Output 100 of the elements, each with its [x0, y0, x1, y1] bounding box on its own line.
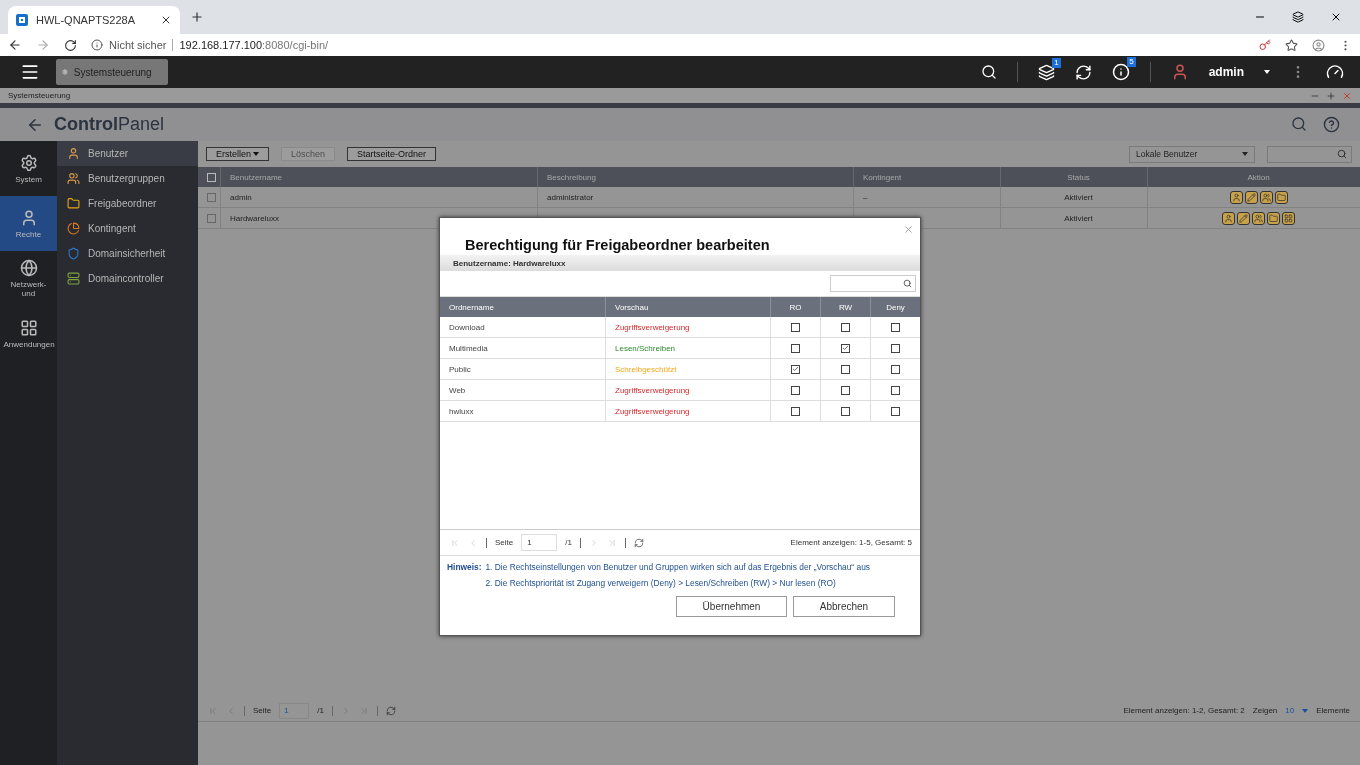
page-count: /1	[317, 706, 324, 715]
checkbox[interactable]	[791, 322, 800, 332]
help-icon[interactable]	[1323, 116, 1340, 133]
info-icon[interactable]	[1111, 63, 1130, 81]
back-icon[interactable]	[8, 38, 22, 52]
column-header: Deny	[870, 297, 920, 317]
folder-icon[interactable]	[1267, 211, 1280, 225]
folder-icon	[67, 197, 80, 210]
app-tab[interactable]: Systemsteuerung	[56, 59, 168, 85]
new-tab-icon[interactable]	[190, 10, 204, 24]
table-cell: Aktiviert	[1000, 208, 1147, 228]
column-header: RO	[770, 297, 820, 317]
close-icon[interactable]	[1330, 11, 1342, 23]
checkbox[interactable]	[891, 343, 900, 353]
person-icon[interactable]	[1229, 190, 1243, 204]
menu-item[interactable]: Kontingent	[57, 216, 198, 241]
info-icon	[91, 39, 103, 51]
menu-item[interactable]: Domaincontroller	[57, 266, 198, 291]
people-icon[interactable]	[1252, 211, 1265, 225]
table-cell-text: Public	[448, 363, 472, 376]
badge: 1	[1052, 57, 1061, 68]
checkbox[interactable]	[841, 322, 850, 332]
table-cell: admin	[220, 187, 537, 207]
filter-select[interactable]: Lokale Benutzer	[1129, 145, 1255, 163]
table-cell: administrator	[537, 187, 853, 207]
rail-item[interactable]: Netzwerk- und	[0, 251, 57, 306]
dialog-button[interactable]: Übernehmen	[676, 596, 787, 617]
page-field[interactable]: 1	[521, 534, 558, 551]
checkbox[interactable]	[841, 406, 850, 416]
globe-icon	[19, 259, 38, 277]
column-header: Kontingent	[853, 167, 1000, 187]
search-field[interactable]	[1267, 145, 1352, 163]
checkbox[interactable]	[891, 322, 900, 332]
toolbar-button[interactable]: Startseite-Ordner	[347, 147, 437, 161]
checkbox[interactable]	[841, 364, 850, 374]
table-cell: Zugriffsverweigerung	[605, 380, 770, 400]
checkbox[interactable]	[891, 385, 900, 395]
hint-text: 1. Die Rechtseinstellungen von Benutzer und Gruppen wirken sich auf das Ergebnis der „Vorschau“ aus	[485, 562, 871, 572]
menu-item[interactable]: Freigabeordner	[57, 191, 198, 216]
column-header: RW	[820, 297, 870, 317]
checkbox[interactable]	[791, 385, 800, 395]
checkbox[interactable]	[207, 192, 216, 202]
search-field[interactable]	[830, 275, 916, 292]
checkbox[interactable]	[791, 364, 800, 374]
table-cell: Zugriffsverweigerung	[605, 317, 770, 337]
caret-icon[interactable]	[1264, 70, 1270, 74]
star-icon[interactable]	[1285, 38, 1298, 52]
people-icon[interactable]	[1259, 190, 1273, 204]
menu-item[interactable]: Benutzergruppen	[57, 166, 198, 191]
checkbox[interactable]	[791, 406, 800, 416]
folder-icon[interactable]	[1274, 190, 1288, 204]
close-icon[interactable]	[160, 14, 172, 26]
people-icon	[67, 172, 80, 185]
gear-icon	[62, 66, 68, 78]
person-icon[interactable]	[1222, 211, 1235, 225]
dashboard-icon[interactable]	[1326, 63, 1344, 81]
profile-icon[interactable]	[1312, 38, 1325, 52]
pencil-icon[interactable]	[1237, 211, 1250, 225]
url-host[interactable]: 192.168.177.100	[179, 39, 263, 51]
table-cell: Aktiviert	[1000, 187, 1147, 207]
menu-icon[interactable]	[20, 62, 40, 82]
checkbox[interactable]	[891, 406, 900, 416]
hint-label: Hinweis:	[447, 562, 482, 572]
apps-icon	[19, 318, 38, 337]
checkbox[interactable]	[891, 364, 900, 374]
column-header: Status	[1000, 167, 1147, 187]
table-cell: Lesen/Schreiben	[605, 338, 770, 358]
rail-item[interactable]: Anwendungen	[0, 306, 57, 361]
caret-icon	[1242, 152, 1248, 156]
app-logo-icon	[16, 14, 28, 26]
column-header: Vorschau	[605, 297, 770, 317]
rail-item[interactable]: Rechte	[0, 196, 57, 251]
pencil-icon[interactable]	[1244, 190, 1258, 204]
menu-item[interactable]: Benutzer	[57, 141, 198, 166]
table-cell: Schreibgeschützt	[605, 359, 770, 379]
page-summary: Element anzeigen: 1-5, Gesamt: 5	[790, 538, 912, 547]
table-cell: –	[853, 187, 1000, 207]
user-label: Benutzername: Hardwareluxx	[440, 255, 920, 271]
browser-tab[interactable]: HWL-QNAPTS228A	[8, 6, 180, 34]
select-all-checkbox[interactable]	[207, 172, 216, 182]
refresh-icon[interactable]	[633, 537, 644, 548]
refresh-icon[interactable]	[385, 705, 396, 716]
user-menu[interactable]: admin	[1208, 65, 1244, 79]
search-icon[interactable]	[980, 64, 997, 80]
dialog-button[interactable]: Abbrechen	[793, 596, 895, 617]
checkbox[interactable]	[207, 213, 216, 223]
grid-icon[interactable]	[1282, 211, 1295, 225]
sync-icon[interactable]	[1074, 63, 1092, 81]
reload-icon[interactable]	[64, 38, 77, 52]
checkbox[interactable]	[841, 385, 850, 395]
rail-item[interactable]: System	[0, 141, 57, 196]
page-summary: Element anzeigen: 1-2, Gesamt: 2	[1123, 706, 1245, 715]
checkbox[interactable]	[791, 343, 800, 353]
column-header: Ordnername	[448, 301, 495, 314]
checkbox[interactable]	[841, 343, 850, 353]
toolbar-button[interactable]: Erstellen	[206, 147, 269, 161]
key-icon[interactable]	[1259, 39, 1271, 51]
menu-item[interactable]: Domainsicherheit	[57, 241, 198, 266]
url-path[interactable]: :8080/cgi-bin/	[262, 39, 329, 51]
tasks-icon[interactable]	[1037, 63, 1055, 81]
